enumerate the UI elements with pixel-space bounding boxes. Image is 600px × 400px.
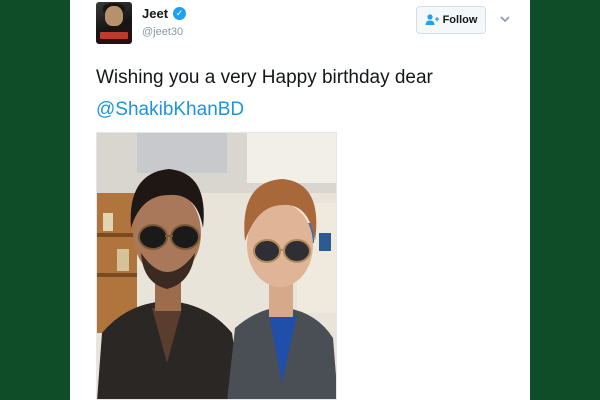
verified-badge-icon: ✓ xyxy=(173,7,186,20)
photo-illustration xyxy=(97,133,336,399)
background-left xyxy=(0,0,70,400)
tweet-photo[interactable] xyxy=(96,132,337,400)
avatar[interactable] xyxy=(96,2,132,44)
background-right xyxy=(530,0,600,400)
chevron-down-icon[interactable] xyxy=(498,12,512,26)
add-user-icon xyxy=(425,13,439,27)
tweet-text: Wishing you a very Happy birthday dear @… xyxy=(96,62,516,126)
follow-label: Follow xyxy=(442,14,478,26)
mention-link[interactable]: @ShakibKhanBD xyxy=(96,94,516,126)
tweet-card: Jeet ✓ @jeet30 Follow Wishing you a very… xyxy=(70,0,530,400)
author-handle[interactable]: @jeet30 xyxy=(142,26,183,38)
author-name[interactable]: Jeet xyxy=(142,6,168,21)
tweet-text-line: Wishing you a very Happy birthday dear xyxy=(96,67,433,88)
avatar-face xyxy=(105,6,123,26)
follow-button[interactable]: Follow xyxy=(416,6,486,34)
avatar-logo xyxy=(100,32,128,39)
